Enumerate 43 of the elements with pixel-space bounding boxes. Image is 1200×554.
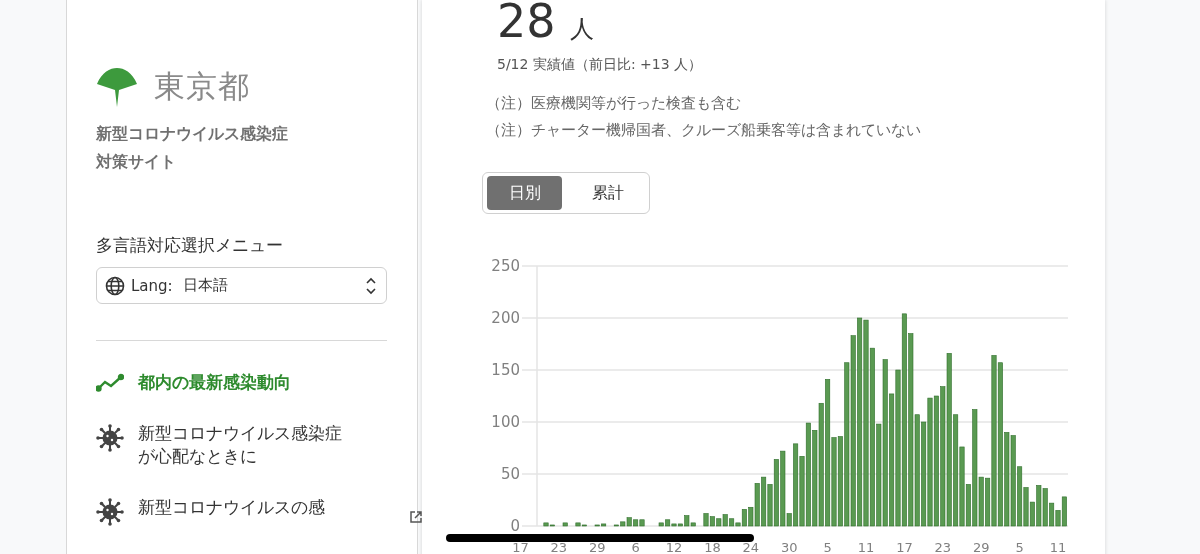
- axis-label: 0: [510, 517, 520, 535]
- site-title: 対策サイト: [96, 151, 177, 173]
- axis-label: 5: [823, 540, 832, 554]
- logo-text: 東京都: [154, 67, 250, 106]
- axis-label: 12: [665, 540, 683, 554]
- nav-item[interactable]: 新型コロナウイルスの感: [96, 496, 387, 526]
- axis-label: 6: [631, 540, 640, 554]
- axis-label: 11: [1049, 540, 1067, 554]
- axis-label: 100: [491, 413, 520, 431]
- scroll-bar[interactable]: [446, 534, 754, 542]
- trend-icon: [96, 371, 124, 393]
- axis-label: 23: [934, 540, 952, 554]
- axis-label: 17: [896, 540, 913, 554]
- language-menu-label: 多言語対応選択メニュー: [96, 234, 284, 257]
- axis-label: 29: [972, 540, 990, 554]
- note-text: （注）医療機関等が行った検査も含む: [486, 93, 742, 114]
- date-note: 5/12 実績値（前日比: +13 人）: [496, 56, 704, 74]
- toggle-option[interactable]: 累計: [570, 176, 645, 210]
- note-text: （注）チャーター機帰国者、クルーズ船乗客等は含まれていない: [486, 120, 922, 141]
- nav-item[interactable]: 都内の最新感染動向: [96, 371, 387, 394]
- site-title: 新型コロナウイルス感染症: [96, 123, 289, 145]
- language-select[interactable]: Lang: 日本語: [96, 267, 387, 304]
- nav-item[interactable]: 新型コロナウイルス感染症 が心配なときに: [96, 422, 387, 468]
- chevron-updown-icon: [366, 276, 376, 295]
- axis-label: 17: [512, 540, 529, 554]
- bar: [562, 522, 568, 527]
- axis-label: 11: [857, 540, 875, 554]
- axis-label: 30: [780, 540, 798, 554]
- axis-label: 29: [588, 540, 606, 554]
- axis-label: 50: [500, 465, 520, 483]
- virus-icon: [96, 498, 124, 526]
- axis-label: 250: [491, 257, 520, 275]
- axis-label: 24: [742, 540, 760, 554]
- axis-label: 23: [550, 540, 568, 554]
- globe-icon: [105, 275, 125, 296]
- axis-label: 18: [704, 540, 721, 554]
- axis-label: 150: [491, 361, 520, 379]
- axis-label: 5: [1015, 540, 1024, 554]
- axis-label: 200: [491, 309, 520, 327]
- count-value: 28: [497, 0, 556, 46]
- toggle-option[interactable]: 日別: [487, 176, 562, 210]
- virus-icon: [96, 424, 124, 452]
- count-unit: 人: [569, 14, 594, 45]
